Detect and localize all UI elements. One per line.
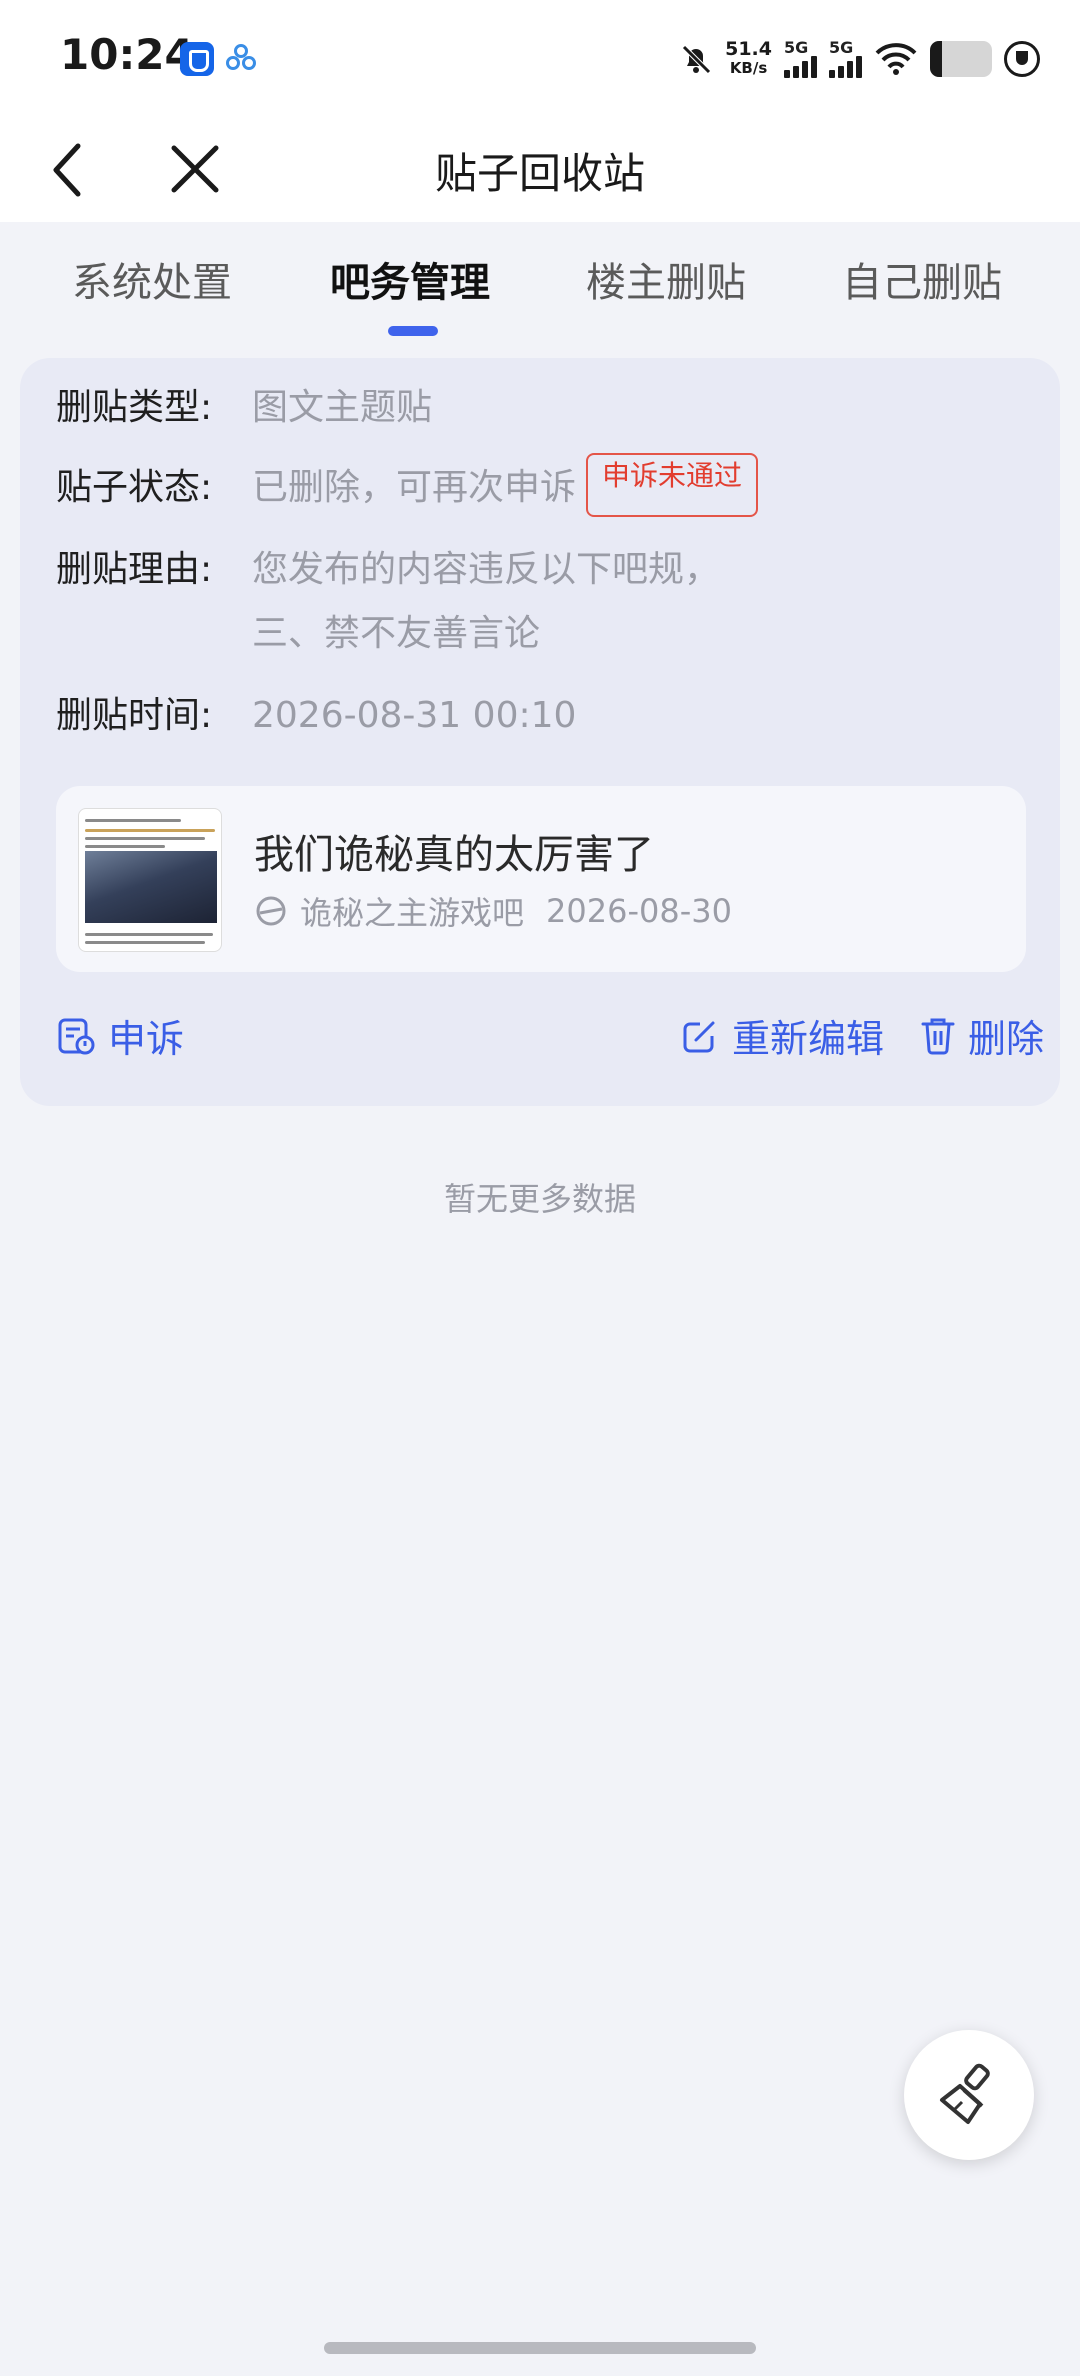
net-speed-value: 51.4 [725,38,772,60]
post-preview[interactable]: 我们诡秘真的太厉害了 诡秘之主游戏吧 2026-08-30 [56,786,1026,972]
net-speed-unit: KB/s [729,59,768,77]
signal-icon: 5G [784,40,817,78]
delete-reason-line-1: 您发布的内容违反以下吧规， [252,549,721,590]
delete-type-row: 删贴类型: 图文主题贴 [56,376,432,440]
signal-icon: 5G [829,40,862,78]
delete-type-value: 图文主题贴 [252,387,433,428]
signal-2-label: 5G [829,38,854,57]
appeal-icon [58,1018,95,1054]
tab-active-indicator [388,326,438,336]
charging-icon [1004,41,1040,77]
broom-icon [940,2063,990,2124]
tab-forum-admin[interactable]: 吧务管理 [330,250,490,308]
reedit-label: 重新编辑 [732,1017,885,1061]
status-icons: 51.4 KB/s 5G 5G [679,36,1040,82]
post-forum: 诡秘之主游戏吧 [300,894,525,932]
nav-bar: 贴子回收站 [0,118,1080,222]
signal-1-label: 5G [784,38,809,57]
delete-time-value: 2026-08-31 00:10 [252,695,577,736]
delete-reason-line-2: 三、禁不友善言论 [252,613,541,654]
delete-reason-row: 删贴理由: 您发布的内容违反以下吧规， [56,538,720,602]
trash-icon [921,1018,955,1054]
delete-label: 删除 [968,1017,1045,1061]
post-date: 2026-08-30 [546,892,732,930]
appeal-label: 申诉 [108,1017,185,1061]
wifi-icon [875,43,917,75]
tab-system-handling[interactable]: 系统处置 [72,250,232,308]
no-more-data-text: 暂无更多数据 [443,1180,636,1218]
net-speed: 51.4 KB/s [725,40,772,78]
post-meta: 诡秘之主游戏吧 2026-08-30 [254,888,732,934]
tab-self-deleted[interactable]: 自己删贴 [842,250,1002,308]
clean-button[interactable] [904,2030,1034,2160]
reedit-button[interactable]: 重新编辑 [680,1008,884,1063]
app-shield-icon [180,42,214,76]
post-status-row: 贴子状态: 已删除，可再次申诉 申诉未通过 [56,453,759,520]
action-bar: 申诉 重新编辑 删除 [56,1008,1044,1068]
delete-time-label: 删贴时间: [56,695,213,736]
status-bar: 10:24 51.4 KB/s 5G 5G [0,0,1080,118]
post-status-value: 已删除，可再次申诉 [252,467,577,508]
page-title: 贴子回收站 [434,149,645,198]
delete-reason-row-2: 三、禁不友善言论 [56,602,540,666]
tab-bar: 系统处置 吧务管理 楼主删贴 自己删贴 [0,222,1080,354]
forum-icon [256,896,286,926]
delete-button[interactable]: 删除 [920,1008,1044,1063]
home-indicator[interactable] [324,2342,756,2354]
appeal-button[interactable]: 申诉 [56,1008,184,1063]
tab-op-deleted[interactable]: 楼主删贴 [586,250,746,308]
delete-time-row: 删贴时间: 2026-08-31 00:10 [56,684,576,748]
deleted-post-card: 删贴类型: 图文主题贴 贴子状态: 已删除，可再次申诉 申诉未通过 删贴理由: … [20,358,1060,1106]
delete-reason-label: 删贴理由: [56,549,213,590]
post-thumbnail [78,808,222,952]
clock: 10:24 [60,30,194,79]
edit-icon [683,1021,715,1052]
app-baidu-icon [224,42,258,76]
battery-icon [930,41,992,77]
post-status-label: 贴子状态: [56,467,213,508]
bell-muted-icon [682,45,711,74]
status-badge: 申诉未通过 [586,453,759,517]
delete-type-label: 删贴类型: [56,387,213,428]
post-title: 我们诡秘真的太厉害了 [254,832,654,878]
